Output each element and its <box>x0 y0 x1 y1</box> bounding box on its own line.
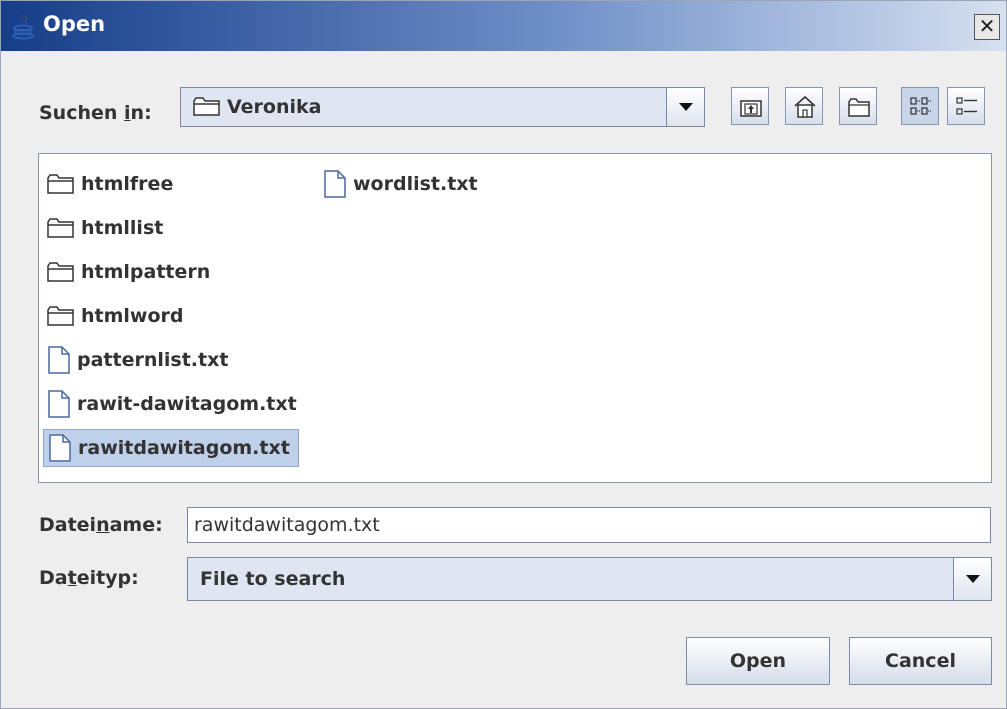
list-item-folder[interactable]: htmlpattern <box>43 255 218 289</box>
folder-up-icon <box>740 100 762 117</box>
list-item-file[interactable]: patternlist.txt <box>43 343 236 377</box>
folder-icon <box>47 262 74 282</box>
new-folder-icon <box>848 98 870 117</box>
window-title: Open <box>43 12 106 36</box>
look-in-dropdown-button[interactable] <box>666 88 704 126</box>
filetype-label: Dateityp: <box>39 567 139 589</box>
open-button[interactable]: Open <box>686 637 830 685</box>
list-item-folder[interactable]: htmlword <box>43 299 192 333</box>
folder-icon <box>193 97 220 116</box>
filetype-combo[interactable]: File to search <box>187 557 992 601</box>
look-in-combo[interactable]: Veronika <box>180 87 705 127</box>
list-item-file[interactable]: wordlist.txt <box>319 167 486 201</box>
java-icon <box>12 14 34 40</box>
cancel-button[interactable]: Cancel <box>849 637 992 685</box>
folder-icon <box>47 306 74 326</box>
list-item-file[interactable]: rawit-dawitagom.txt <box>43 387 305 421</box>
details-view-icon <box>956 97 977 115</box>
list-view-icon <box>910 97 931 115</box>
filetype-dropdown-button[interactable] <box>953 558 991 600</box>
details-view-button[interactable] <box>947 87 985 125</box>
look-in-label: Suchen in: <box>39 102 152 124</box>
close-icon: ✕ <box>978 14 996 38</box>
list-item-folder[interactable]: htmlfree <box>43 167 181 201</box>
up-one-level-button[interactable] <box>731 87 769 125</box>
file-list[interactable]: htmlfree htmllist htmlpattern htmlword p… <box>38 153 992 483</box>
folder-icon <box>47 174 74 194</box>
file-icon <box>48 346 70 374</box>
file-icon <box>48 390 70 418</box>
open-dialog: Open ✕ Suchen in: Veronika htmlfree html… <box>0 0 1007 709</box>
list-view-button[interactable] <box>901 87 939 125</box>
look-in-value: Veronika <box>227 96 322 118</box>
home-icon <box>794 95 816 118</box>
list-item-folder[interactable]: htmllist <box>43 211 171 245</box>
home-button[interactable] <box>785 87 823 125</box>
new-folder-button[interactable] <box>839 87 877 125</box>
filename-label: Dateiname: <box>39 514 163 536</box>
close-button[interactable]: ✕ <box>974 14 1000 40</box>
file-icon <box>49 434 71 462</box>
filename-input[interactable]: rawitdawitagom.txt <box>187 507 991 543</box>
list-item-file-selected[interactable]: rawitdawitagom.txt <box>43 429 299 467</box>
file-icon <box>324 170 346 198</box>
folder-icon <box>47 218 74 238</box>
title-bar[interactable]: Open ✕ <box>1 1 1006 51</box>
filetype-value: File to search <box>200 568 346 590</box>
